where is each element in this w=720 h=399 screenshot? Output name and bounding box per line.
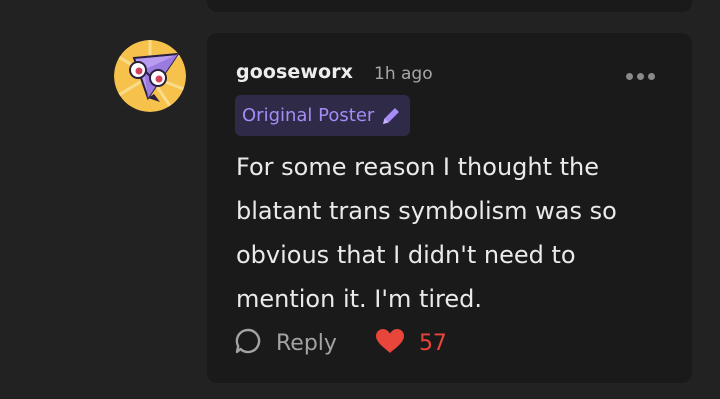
pencil-icon — [380, 105, 402, 127]
avatar[interactable] — [114, 40, 186, 112]
reply-button[interactable]: Reply — [234, 327, 337, 359]
speech-bubble-icon — [234, 327, 262, 359]
more-dot — [648, 72, 655, 80]
reply-label: Reply — [276, 330, 337, 356]
comment-actions: Reply 57 — [234, 325, 447, 361]
comment-card: gooseworx 1h ago Original Poster For som… — [207, 33, 692, 383]
like-count: 57 — [418, 330, 447, 356]
comment-timestamp[interactable]: 1h ago — [374, 64, 433, 84]
previous-comment-card — [207, 0, 692, 12]
more-dot — [626, 72, 633, 80]
heart-icon — [375, 328, 405, 358]
badge-label: Original Poster — [242, 105, 375, 126]
original-poster-badge: Original Poster — [235, 95, 411, 136]
more-dot — [637, 72, 644, 80]
more-dots-icon[interactable] — [626, 71, 658, 81]
comment-body: For some reason I thought the blatant tr… — [236, 153, 617, 313]
avatar-image — [114, 40, 186, 112]
like-button[interactable]: 57 — [375, 328, 447, 358]
author-name[interactable]: gooseworx — [236, 61, 353, 83]
